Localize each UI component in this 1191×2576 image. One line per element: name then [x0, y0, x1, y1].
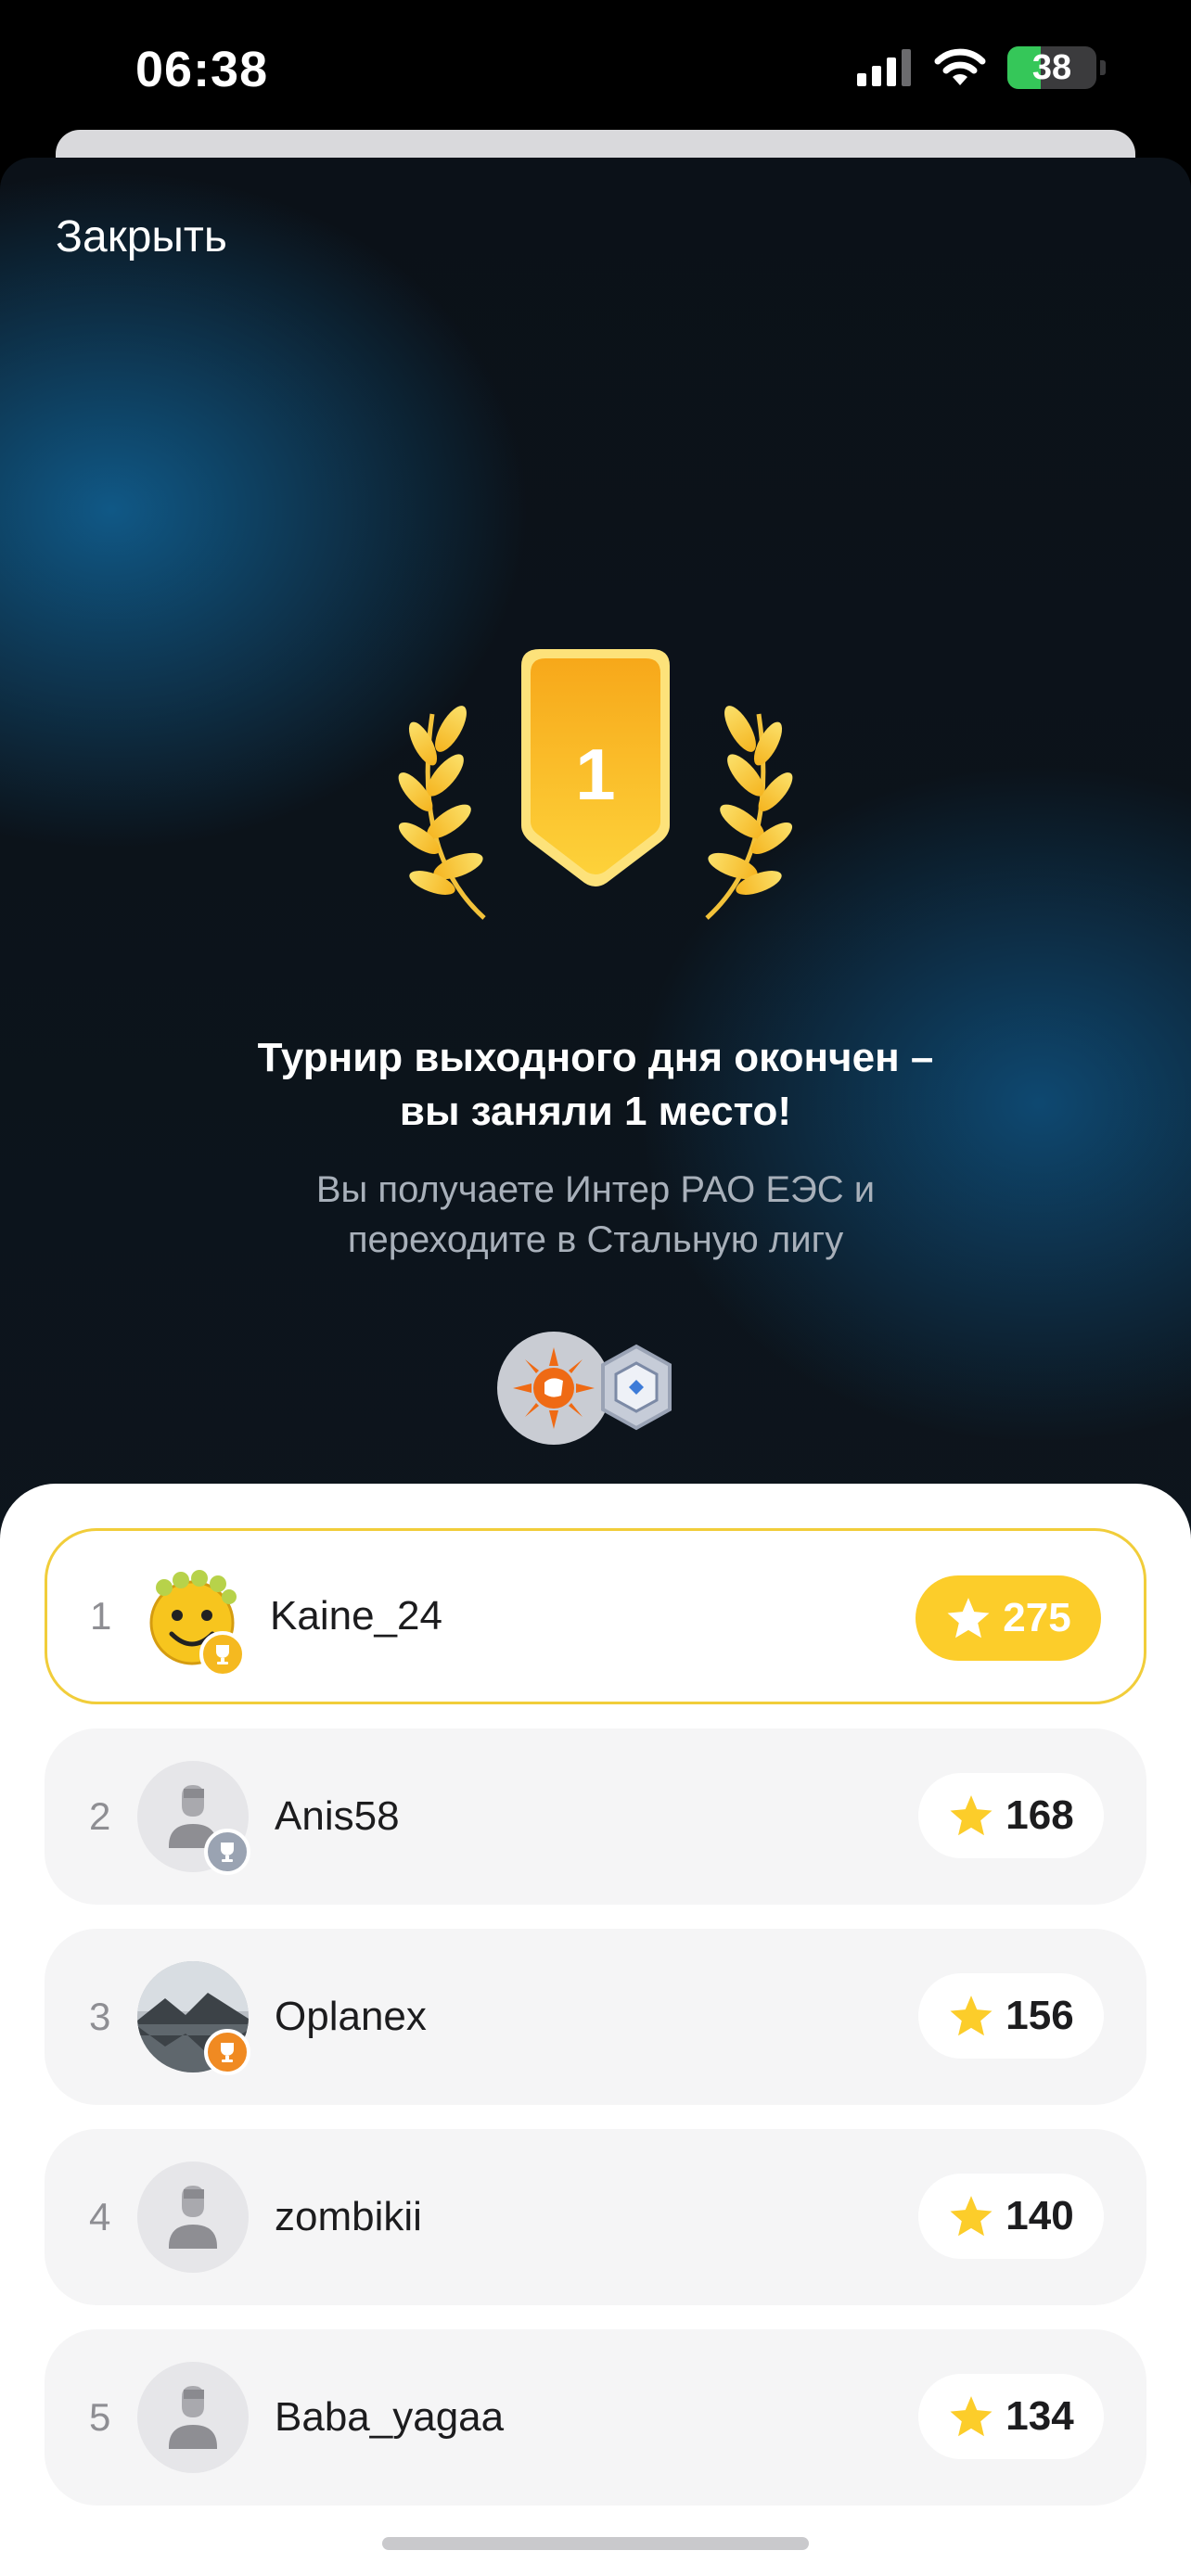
steel-league-badge-icon [601, 1344, 672, 1431]
score-value: 275 [1003, 1595, 1071, 1640]
battery-charging-icon: 38 [1007, 46, 1096, 89]
star-icon [950, 2396, 992, 2437]
rank-number: 3 [89, 1995, 111, 2038]
star-icon [950, 2196, 992, 2237]
leaderboard-row[interactable]: 1 Kaine_24 275 [45, 1528, 1146, 1704]
cellular-signal-icon [857, 49, 911, 86]
player-name: Kaine_24 [270, 1593, 442, 1639]
default-avatar [137, 2362, 249, 2473]
default-avatar [137, 2162, 249, 2273]
laurel-left-icon [398, 706, 486, 920]
score-badge: 156 [918, 1973, 1104, 2059]
score-value: 156 [1005, 1993, 1074, 2038]
player-name: Baba_yagaa [275, 2394, 505, 2440]
trophy-badge-icon [204, 2029, 250, 2075]
score-badge: 275 [916, 1575, 1101, 1661]
result-subtitle-line2: переходите в Стальную лигу [347, 1219, 844, 1260]
award-emblem: 1 [398, 649, 793, 920]
trophy-badge-icon [199, 1631, 246, 1677]
rewards [497, 1332, 683, 1447]
player-name: Anis58 [275, 1793, 400, 1839]
trophy-badge-icon [204, 1829, 250, 1875]
score-badge: 168 [918, 1773, 1104, 1858]
result-subtitle: Вы получаете Интер РАО ЕЭС и переходите … [0, 1165, 1191, 1265]
close-button[interactable]: Закрыть [56, 211, 227, 262]
result-title-line2: вы заняли 1 место! [399, 1089, 792, 1134]
star-icon [950, 1795, 992, 1836]
status-bar: 06:38 38 [0, 0, 1191, 139]
star-icon [947, 1598, 990, 1639]
result-title-line1: Турнир выходного дня окончен – [257, 1035, 934, 1080]
leaderboard-row[interactable]: 2 Anis58 168 [45, 1728, 1146, 1905]
laurel-right-icon [705, 706, 793, 920]
rank-number: 2 [89, 1794, 111, 1838]
rank-number: 1 [575, 733, 615, 815]
player-name: zombikii [275, 2194, 422, 2239]
star-icon [950, 1996, 992, 2036]
score-badge: 134 [918, 2374, 1104, 2459]
rank-number: 4 [89, 2195, 111, 2238]
rank-number: 5 [89, 2395, 111, 2439]
result-title: Турнир выходного дня окончен – вы заняли… [0, 1031, 1191, 1139]
status-time: 06:38 [135, 42, 269, 97]
battery-cap [1100, 60, 1106, 75]
home-indicator[interactable] [382, 2537, 809, 2550]
score-value: 168 [1005, 1792, 1074, 1838]
score-value: 134 [1005, 2393, 1074, 2439]
leaderboard-row[interactable]: 3 Oplanex 156 [45, 1929, 1146, 2105]
result-subtitle-line1: Вы получаете Интер РАО ЕЭС и [315, 1169, 876, 1210]
leaderboard-row[interactable]: 5 Baba_yagaa 134 [45, 2329, 1146, 2506]
status-icons: 38 [857, 46, 1106, 89]
score-value: 140 [1005, 2193, 1074, 2238]
rank-number: 1 [90, 1594, 112, 1638]
leaderboard: 1 Kaine_24 275 2 Anis58 168 3 Oplanex 15… [0, 1484, 1191, 2576]
wifi-icon [934, 48, 986, 85]
player-name: Oplanex [275, 1994, 427, 2039]
leaderboard-row[interactable]: 4 zombikii 140 [45, 2129, 1146, 2305]
battery-level: 38 [1031, 47, 1072, 87]
score-badge: 140 [918, 2174, 1104, 2259]
